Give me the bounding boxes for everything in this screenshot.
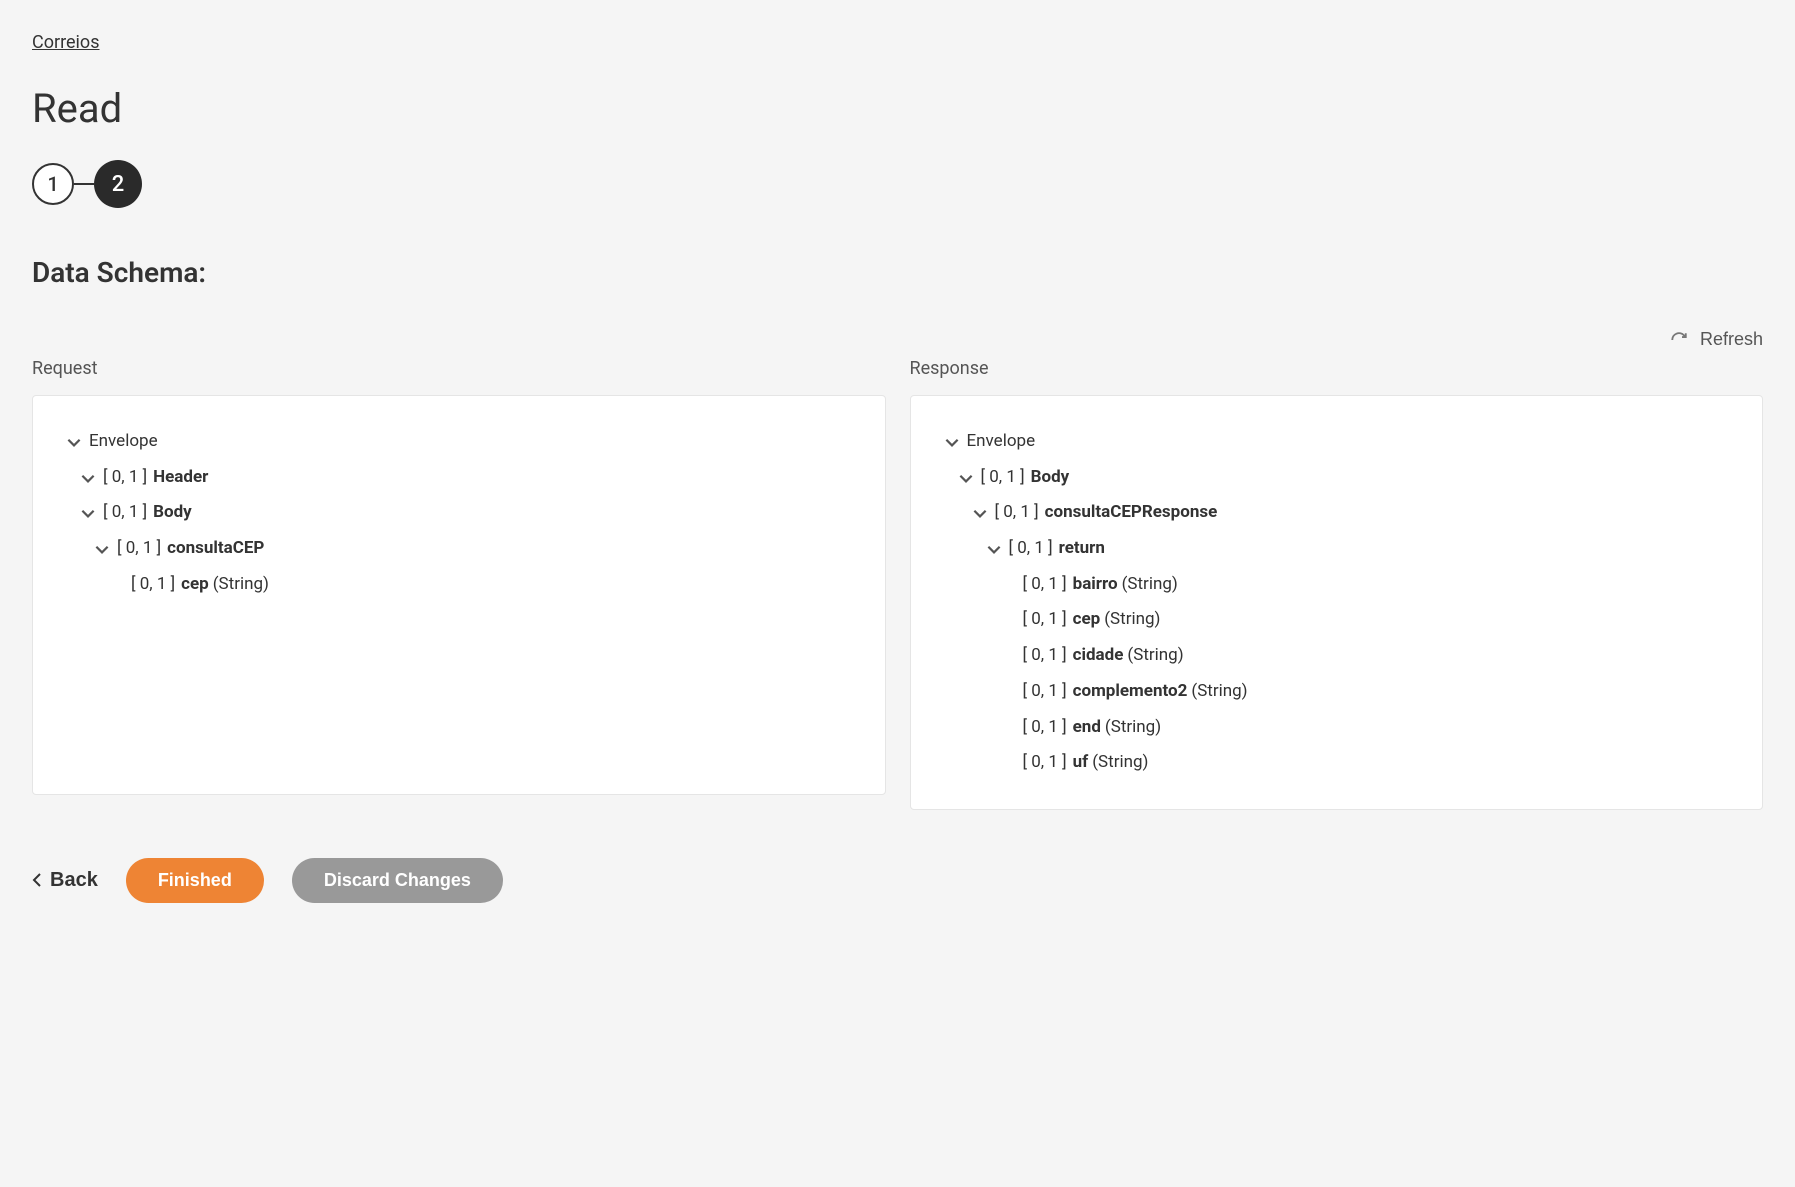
page-title: Read bbox=[32, 85, 1763, 132]
tree-cardinality: [ 0, 1 ] bbox=[117, 531, 161, 567]
tree-node: [ 0, 1 ] cep (String) bbox=[65, 567, 853, 603]
tree-node: [ 0, 1 ] Body bbox=[65, 495, 853, 531]
tree-cardinality: [ 0, 1 ] bbox=[1023, 710, 1067, 746]
tree-node: [ 0, 1 ] complemento2 (String) bbox=[943, 674, 1731, 710]
chevron-down-icon[interactable] bbox=[985, 540, 1003, 558]
breadcrumb-link[interactable]: Correios bbox=[32, 32, 100, 53]
tree-node-name: uf bbox=[1073, 745, 1089, 781]
step-2[interactable]: 2 bbox=[94, 160, 142, 208]
tree-node-type: (String) bbox=[1104, 602, 1160, 638]
chevron-down-icon[interactable] bbox=[93, 540, 111, 558]
step-connector bbox=[74, 183, 94, 185]
tree-node-name: consultaCEP bbox=[167, 531, 264, 567]
tree-node: [ 0, 1 ] end (String) bbox=[943, 710, 1731, 746]
tree-node-name: bairro bbox=[1073, 567, 1118, 603]
chevron-down-icon[interactable] bbox=[957, 469, 975, 487]
tree-cardinality: [ 0, 1 ] bbox=[1023, 638, 1067, 674]
tree-node-name: return bbox=[1059, 531, 1105, 567]
finished-button[interactable]: Finished bbox=[126, 858, 264, 903]
tree-node-type: (String) bbox=[213, 567, 269, 603]
chevron-left-icon bbox=[32, 873, 42, 887]
tree-node-type: (String) bbox=[1191, 674, 1247, 710]
tree-cardinality: [ 0, 1 ] bbox=[103, 495, 147, 531]
tree-cardinality: [ 0, 1 ] bbox=[1023, 745, 1067, 781]
request-panel: Envelope[ 0, 1 ] Header[ 0, 1 ] Body[ 0,… bbox=[32, 395, 886, 795]
tree-node: [ 0, 1 ] uf (String) bbox=[943, 745, 1731, 781]
tree-node-type: (String) bbox=[1092, 745, 1148, 781]
tree-node: [ 0, 1 ] bairro (String) bbox=[943, 567, 1731, 603]
tree-node-name: Envelope bbox=[89, 424, 158, 460]
tree-cardinality: [ 0, 1 ] bbox=[1023, 674, 1067, 710]
tree-node-name: Body bbox=[153, 495, 192, 531]
chevron-down-icon[interactable] bbox=[971, 504, 989, 522]
tree-cardinality: [ 0, 1 ] bbox=[131, 567, 175, 603]
tree-node-name: Header bbox=[153, 460, 208, 496]
tree-node-type: (String) bbox=[1105, 710, 1161, 746]
tree-node: [ 0, 1 ] return bbox=[943, 531, 1731, 567]
tree-node: [ 0, 1 ] consultaCEP bbox=[65, 531, 853, 567]
tree-node-name: complemento2 bbox=[1073, 674, 1188, 710]
tree-node: Envelope bbox=[943, 424, 1731, 460]
back-label: Back bbox=[50, 869, 98, 892]
tree-node-type: (String) bbox=[1127, 638, 1183, 674]
stepper: 1 2 bbox=[32, 160, 1763, 208]
tree-node-name: end bbox=[1073, 710, 1101, 746]
response-label: Response bbox=[910, 358, 1764, 379]
refresh-label: Refresh bbox=[1700, 329, 1763, 350]
tree-cardinality: [ 0, 1 ] bbox=[103, 460, 147, 496]
refresh-icon bbox=[1670, 331, 1688, 349]
chevron-down-icon[interactable] bbox=[943, 433, 961, 451]
section-title: Data Schema: bbox=[32, 256, 1763, 289]
tree-node-name: cep bbox=[181, 567, 209, 603]
tree-cardinality: [ 0, 1 ] bbox=[981, 460, 1025, 496]
tree-cardinality: [ 0, 1 ] bbox=[1009, 531, 1053, 567]
chevron-down-icon[interactable] bbox=[79, 504, 97, 522]
chevron-down-icon[interactable] bbox=[65, 433, 83, 451]
chevron-down-icon[interactable] bbox=[79, 469, 97, 487]
tree-cardinality: [ 0, 1 ] bbox=[1023, 602, 1067, 638]
tree-node: [ 0, 1 ] Header bbox=[65, 460, 853, 496]
discard-button[interactable]: Discard Changes bbox=[292, 858, 503, 903]
tree-cardinality: [ 0, 1 ] bbox=[1023, 567, 1067, 603]
tree-node-name: cidade bbox=[1073, 638, 1124, 674]
tree-node: Envelope bbox=[65, 424, 853, 460]
tree-cardinality: [ 0, 1 ] bbox=[995, 495, 1039, 531]
tree-node: [ 0, 1 ] consultaCEPResponse bbox=[943, 495, 1731, 531]
tree-node: [ 0, 1 ] cidade (String) bbox=[943, 638, 1731, 674]
tree-node-name: Envelope bbox=[967, 424, 1036, 460]
response-panel: Envelope[ 0, 1 ] Body[ 0, 1 ] consultaCE… bbox=[910, 395, 1764, 810]
back-button[interactable]: Back bbox=[32, 869, 98, 892]
tree-node-type: (String) bbox=[1122, 567, 1178, 603]
refresh-button[interactable]: Refresh bbox=[1670, 329, 1763, 350]
tree-node-name: consultaCEPResponse bbox=[1045, 495, 1218, 531]
tree-node-name: Body bbox=[1031, 460, 1070, 496]
tree-node: [ 0, 1 ] cep (String) bbox=[943, 602, 1731, 638]
request-label: Request bbox=[32, 358, 886, 379]
tree-node: [ 0, 1 ] Body bbox=[943, 460, 1731, 496]
tree-node-name: cep bbox=[1073, 602, 1101, 638]
step-1[interactable]: 1 bbox=[32, 163, 74, 205]
